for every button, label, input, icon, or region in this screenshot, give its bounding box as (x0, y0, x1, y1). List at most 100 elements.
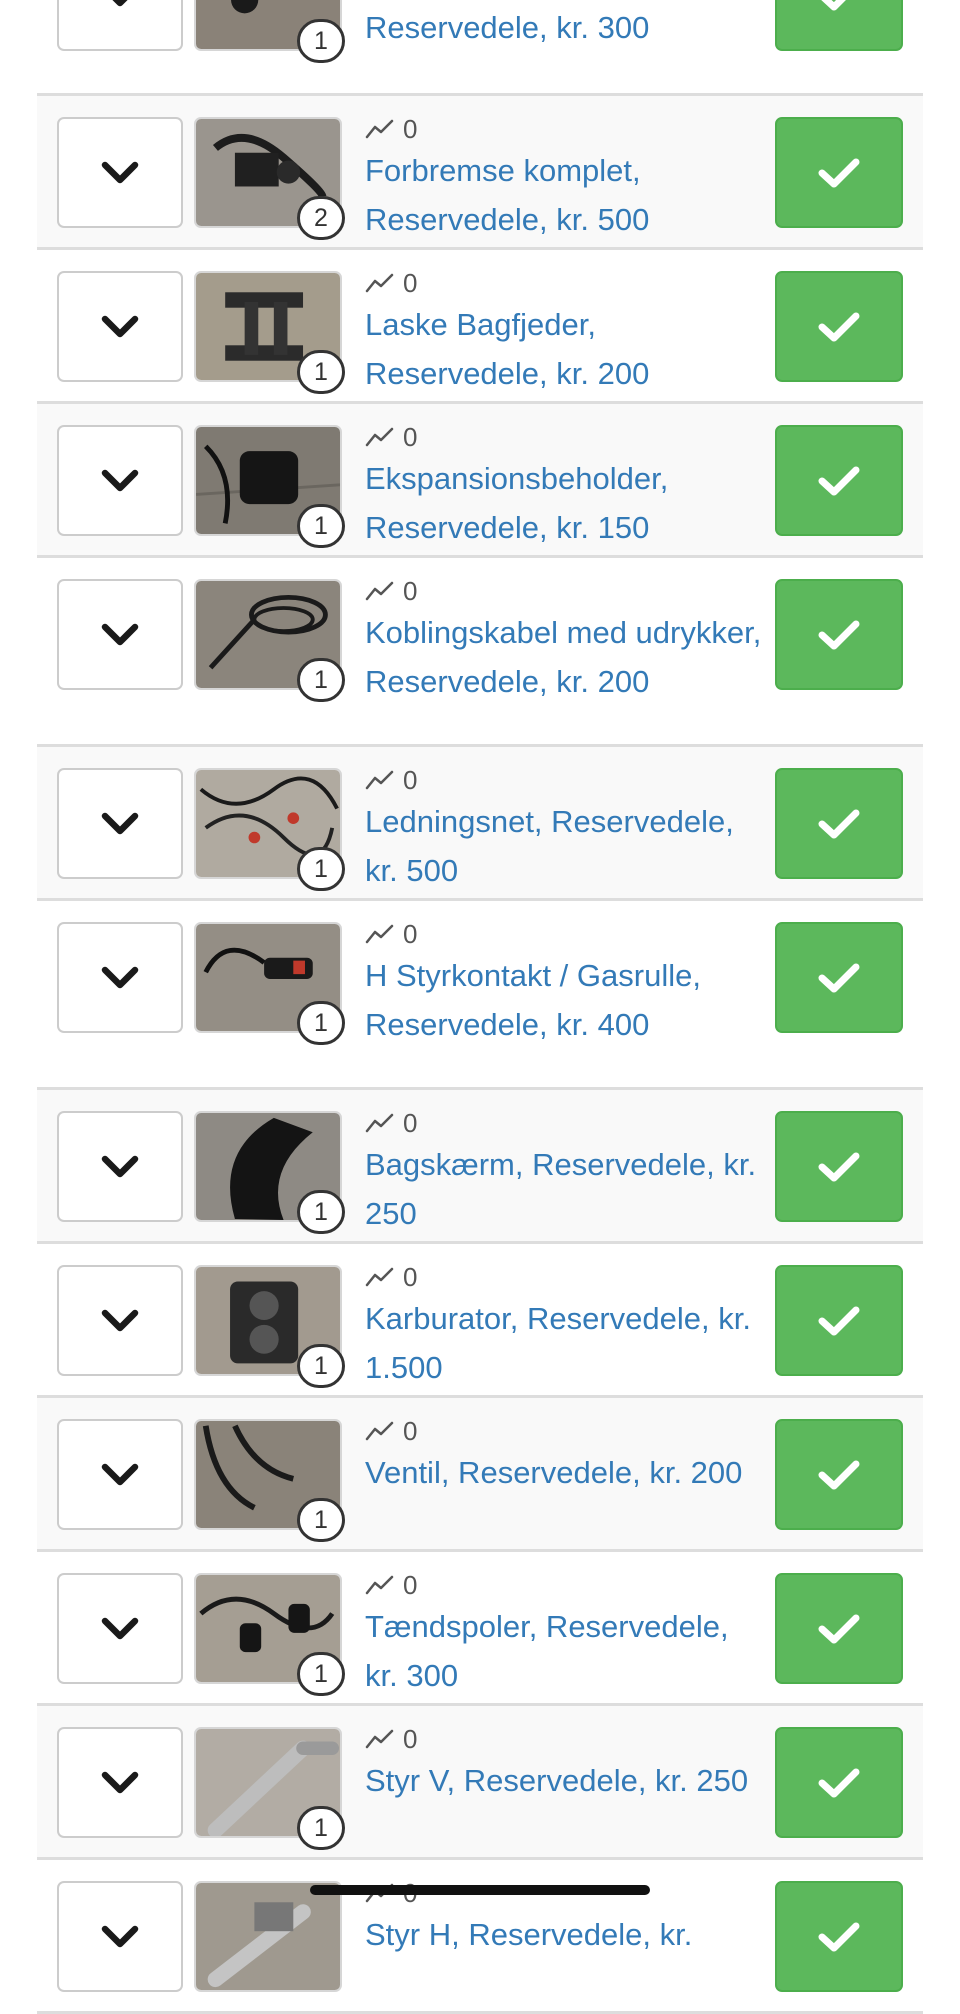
listing-row: 0 Styr H, Reservedele, kr. (37, 1860, 923, 2014)
approve-button[interactable] (775, 1881, 903, 1992)
image-count-badge: 1 (297, 19, 345, 63)
expand-button[interactable] (57, 922, 183, 1033)
views-stat (365, 0, 765, 2)
listing-row: 1 0 Ekspansionsbeholder, Reservedele, kr… (37, 404, 923, 558)
listing-row: 1 0 Koblingskabel med udrykker, Reserved… (37, 558, 923, 747)
handlebar-right-photo (194, 1881, 342, 1992)
listing-row: 1 0 H Styrkontakt / Gasrulle, Reservedel… (37, 901, 923, 1090)
approve-button[interactable] (775, 425, 903, 536)
listing-info: 0 Forbremse komplet, Reservedele, kr. 50… (365, 113, 765, 244)
trend-line-icon (365, 1421, 394, 1441)
views-count: 0 (403, 765, 418, 795)
approve-button[interactable] (775, 271, 903, 382)
views-stat: 0 (365, 575, 765, 607)
approve-button[interactable] (775, 1419, 903, 1530)
image-count-badge: 1 (297, 1806, 345, 1850)
chevron-down-icon (112, 0, 128, 6)
views-stat: 0 (365, 764, 765, 796)
expand-button[interactable] (57, 1419, 183, 1530)
views-stat: 0 (365, 113, 765, 145)
listing-thumbnail[interactable]: 1 (194, 271, 345, 394)
listing-thumbnail[interactable]: 1 (194, 1573, 345, 1696)
listing-info: 0 Ventil, Reservedele, kr. 200 (365, 1415, 765, 1497)
listing-title-link[interactable]: H Styrkontakt / Gasrulle, Reservedele, k… (365, 951, 765, 1049)
chevron-down-icon (101, 469, 139, 491)
listing-thumbnail[interactable]: 1 (194, 0, 345, 63)
listing-title-link[interactable]: Karburator, Reservedele, kr. 1.500 (365, 1294, 765, 1392)
views-stat: 0 (365, 421, 765, 453)
trend-line-icon (365, 581, 394, 601)
image-count-badge: 1 (297, 350, 345, 394)
listing-title-link[interactable]: Reservedele, kr. 300 (365, 3, 765, 52)
check-icon (818, 312, 860, 341)
listing-thumbnail[interactable]: 1 (194, 1265, 345, 1388)
trend-line-icon (365, 273, 394, 293)
expand-button[interactable] (57, 1573, 183, 1684)
approve-button[interactable] (775, 1573, 903, 1684)
views-count: 0 (403, 114, 418, 144)
listing-title-link[interactable]: Tændspoler, Reservedele, kr. 300 (365, 1602, 765, 1700)
listing-thumbnail[interactable]: 1 (194, 1111, 345, 1234)
views-stat: 0 (365, 1569, 765, 1601)
listing-info: 0 Bagskærm, Reservedele, kr. 250 (365, 1107, 765, 1238)
listing-title-link[interactable]: Styr H, Reservedele, kr. (365, 1910, 765, 1959)
approve-button[interactable] (775, 768, 903, 879)
listing-title-link[interactable]: Laske Bagfjeder, Reservedele, kr. 200 (365, 300, 765, 398)
listing-info: 0 Laske Bagfjeder, Reservedele, kr. 200 (365, 267, 765, 398)
listing-thumbnail[interactable]: 1 (194, 579, 345, 702)
views-count: 0 (403, 268, 418, 298)
listing-info: 0 Ledningsnet, Reservedele, kr. 500 (365, 764, 765, 895)
listing-title-link[interactable]: Ledningsnet, Reservedele, kr. 500 (365, 797, 765, 895)
listing-title-link[interactable]: Bagskærm, Reservedele, kr. 250 (365, 1140, 765, 1238)
trend-line-icon (365, 427, 394, 447)
image-count-badge: 1 (297, 1498, 345, 1542)
check-icon (818, 620, 860, 649)
listing-title-link[interactable]: Ekspansionsbeholder, Reservedele, kr. 15… (365, 454, 765, 552)
listing-row: 1 Reservedele, kr. 300 (37, 0, 923, 96)
listing-row: 1 0 Laske Bagfjeder, Reservedele, kr. 20… (37, 250, 923, 404)
check-icon (818, 809, 860, 838)
approve-button[interactable] (775, 0, 903, 51)
approve-button[interactable] (775, 1265, 903, 1376)
listing-row: 1 0 Ventil, Reservedele, kr. 200 (37, 1398, 923, 1552)
expand-button[interactable] (57, 1111, 183, 1222)
listing-title-link[interactable]: Styr V, Reservedele, kr. 250 (365, 1756, 765, 1805)
trend-line-icon (365, 770, 394, 790)
expand-button[interactable] (57, 271, 183, 382)
listing-info: 0 Koblingskabel med udrykker, Reservedel… (365, 575, 765, 706)
expand-button[interactable] (57, 0, 183, 51)
expand-button[interactable] (57, 579, 183, 690)
expand-button[interactable] (57, 1727, 183, 1838)
image-count-badge: 1 (297, 847, 345, 891)
home-indicator (310, 1885, 650, 1895)
chevron-down-icon (101, 623, 139, 645)
listing-title-link[interactable]: Ventil, Reservedele, kr. 200 (365, 1448, 765, 1497)
views-count: 0 (403, 1724, 418, 1754)
listing-info: 0 Styr V, Reservedele, kr. 250 (365, 1723, 765, 1805)
listing-title-link[interactable]: Koblingskabel med udrykker, Reservedele,… (365, 608, 765, 706)
listing-title-link[interactable]: Forbremse komplet, Reservedele, kr. 500 (365, 146, 765, 244)
views-count: 0 (403, 1262, 418, 1292)
expand-button[interactable] (57, 425, 183, 536)
check-icon (818, 963, 860, 992)
listing-row: 1 0 Styr V, Reservedele, kr. 250 (37, 1706, 923, 1860)
listing-thumbnail[interactable]: 1 (194, 425, 345, 548)
approve-button[interactable] (775, 1111, 903, 1222)
listing-thumbnail[interactable]: 1 (194, 1727, 345, 1850)
expand-button[interactable] (57, 768, 183, 879)
expand-button[interactable] (57, 117, 183, 228)
image-count-badge: 1 (297, 1344, 345, 1388)
listing-thumbnail[interactable]: 1 (194, 922, 345, 1045)
listing-thumbnail[interactable]: 1 (194, 1419, 345, 1542)
listing-list: 1 Reservedele, kr. 300 2 0 Forbremse kom… (37, 0, 923, 2014)
listing-thumbnail[interactable] (194, 1881, 342, 1992)
listing-thumbnail[interactable]: 1 (194, 768, 345, 891)
approve-button[interactable] (775, 579, 903, 690)
expand-button[interactable] (57, 1881, 183, 1992)
approve-button[interactable] (775, 117, 903, 228)
approve-button[interactable] (775, 922, 903, 1033)
approve-button[interactable] (775, 1727, 903, 1838)
listing-thumbnail[interactable]: 2 (194, 117, 345, 240)
image-count-badge: 1 (297, 504, 345, 548)
expand-button[interactable] (57, 1265, 183, 1376)
